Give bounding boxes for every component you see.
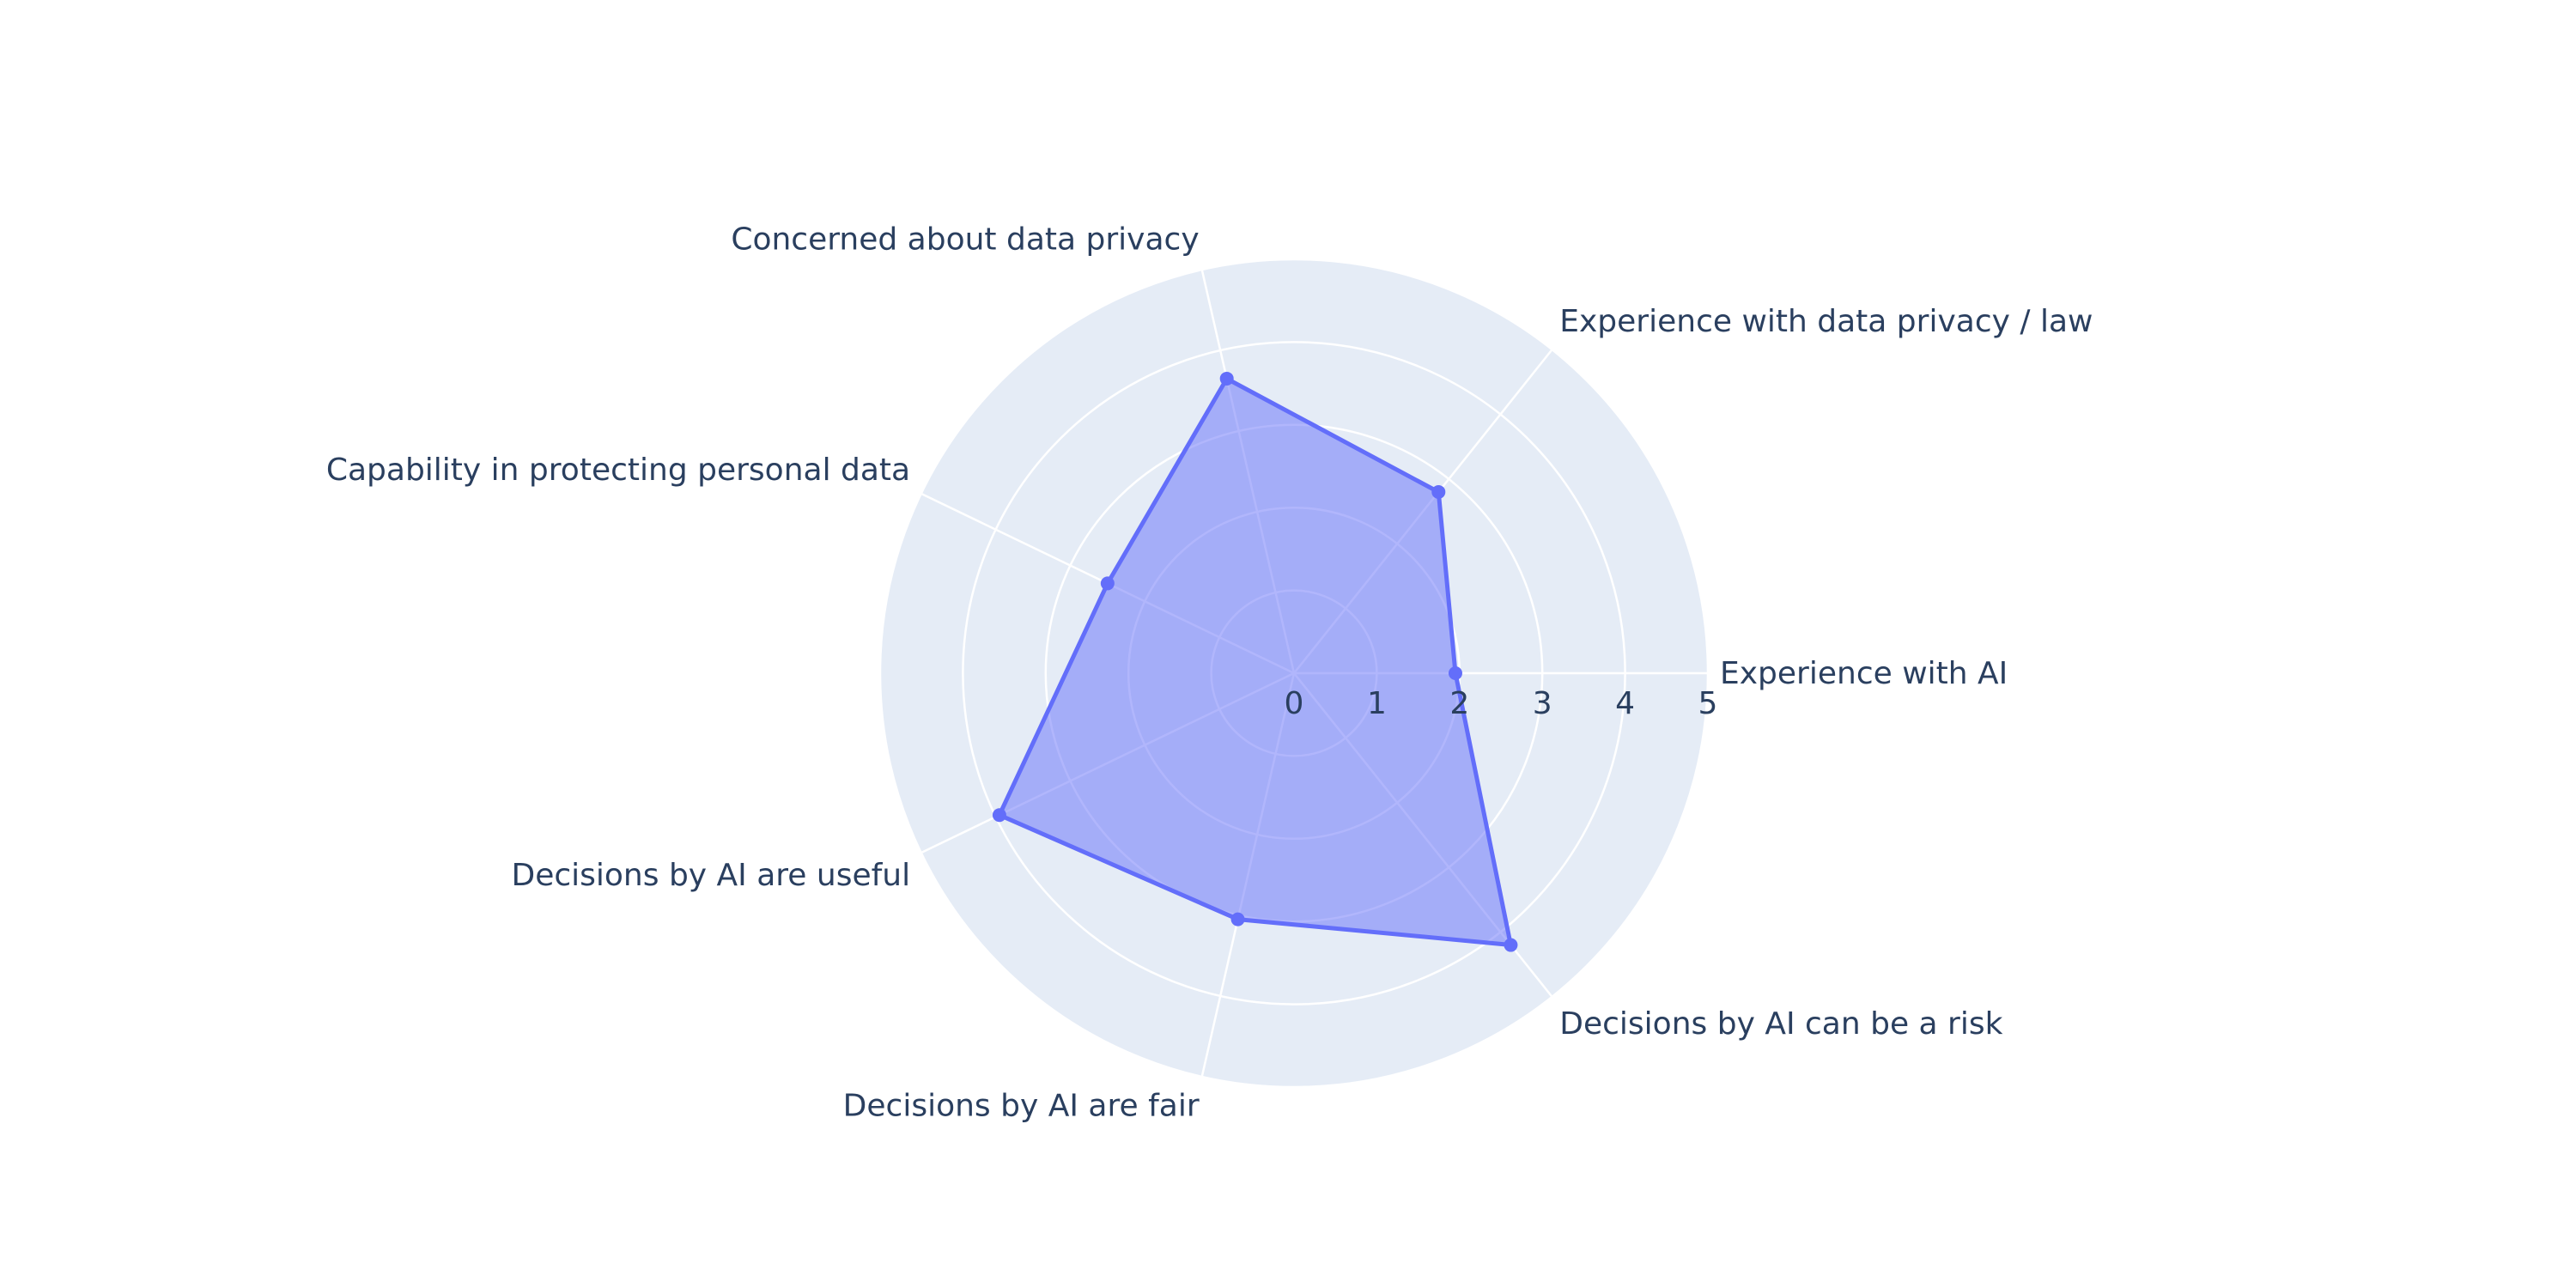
data-point-3[interactable] (1219, 371, 1234, 386)
category-label-3: Concerned about data privacy (731, 222, 1199, 257)
category-label-5: Decisions by AI are useful (511, 858, 910, 893)
data-point-1[interactable] (1448, 666, 1462, 680)
radial-tick-2: 2 (1449, 686, 1469, 721)
data-point-2[interactable] (1431, 484, 1446, 499)
category-label-2: Experience with data privacy / law (1559, 304, 2093, 339)
radial-tick-5: 5 (1698, 686, 1718, 721)
radar-chart: Experience with AI Experience with data p… (326, 222, 2093, 1124)
radial-tick-0: 0 (1285, 686, 1304, 721)
category-label-1: Experience with AI (1720, 656, 2008, 691)
data-point-7[interactable] (1504, 938, 1518, 952)
data-point-4[interactable] (1100, 576, 1115, 591)
category-label-6: Decisions by AI are fair (843, 1089, 1200, 1124)
radial-tick-4: 4 (1615, 686, 1635, 721)
radial-tick-1: 1 (1367, 686, 1387, 721)
data-point-5[interactable] (992, 808, 1006, 823)
category-label-7: Decisions by AI can be a risk (1559, 1006, 2002, 1042)
category-label-4: Capability in protecting personal data (326, 453, 910, 488)
radial-tick-3: 3 (1533, 686, 1552, 721)
data-point-6[interactable] (1230, 912, 1245, 927)
